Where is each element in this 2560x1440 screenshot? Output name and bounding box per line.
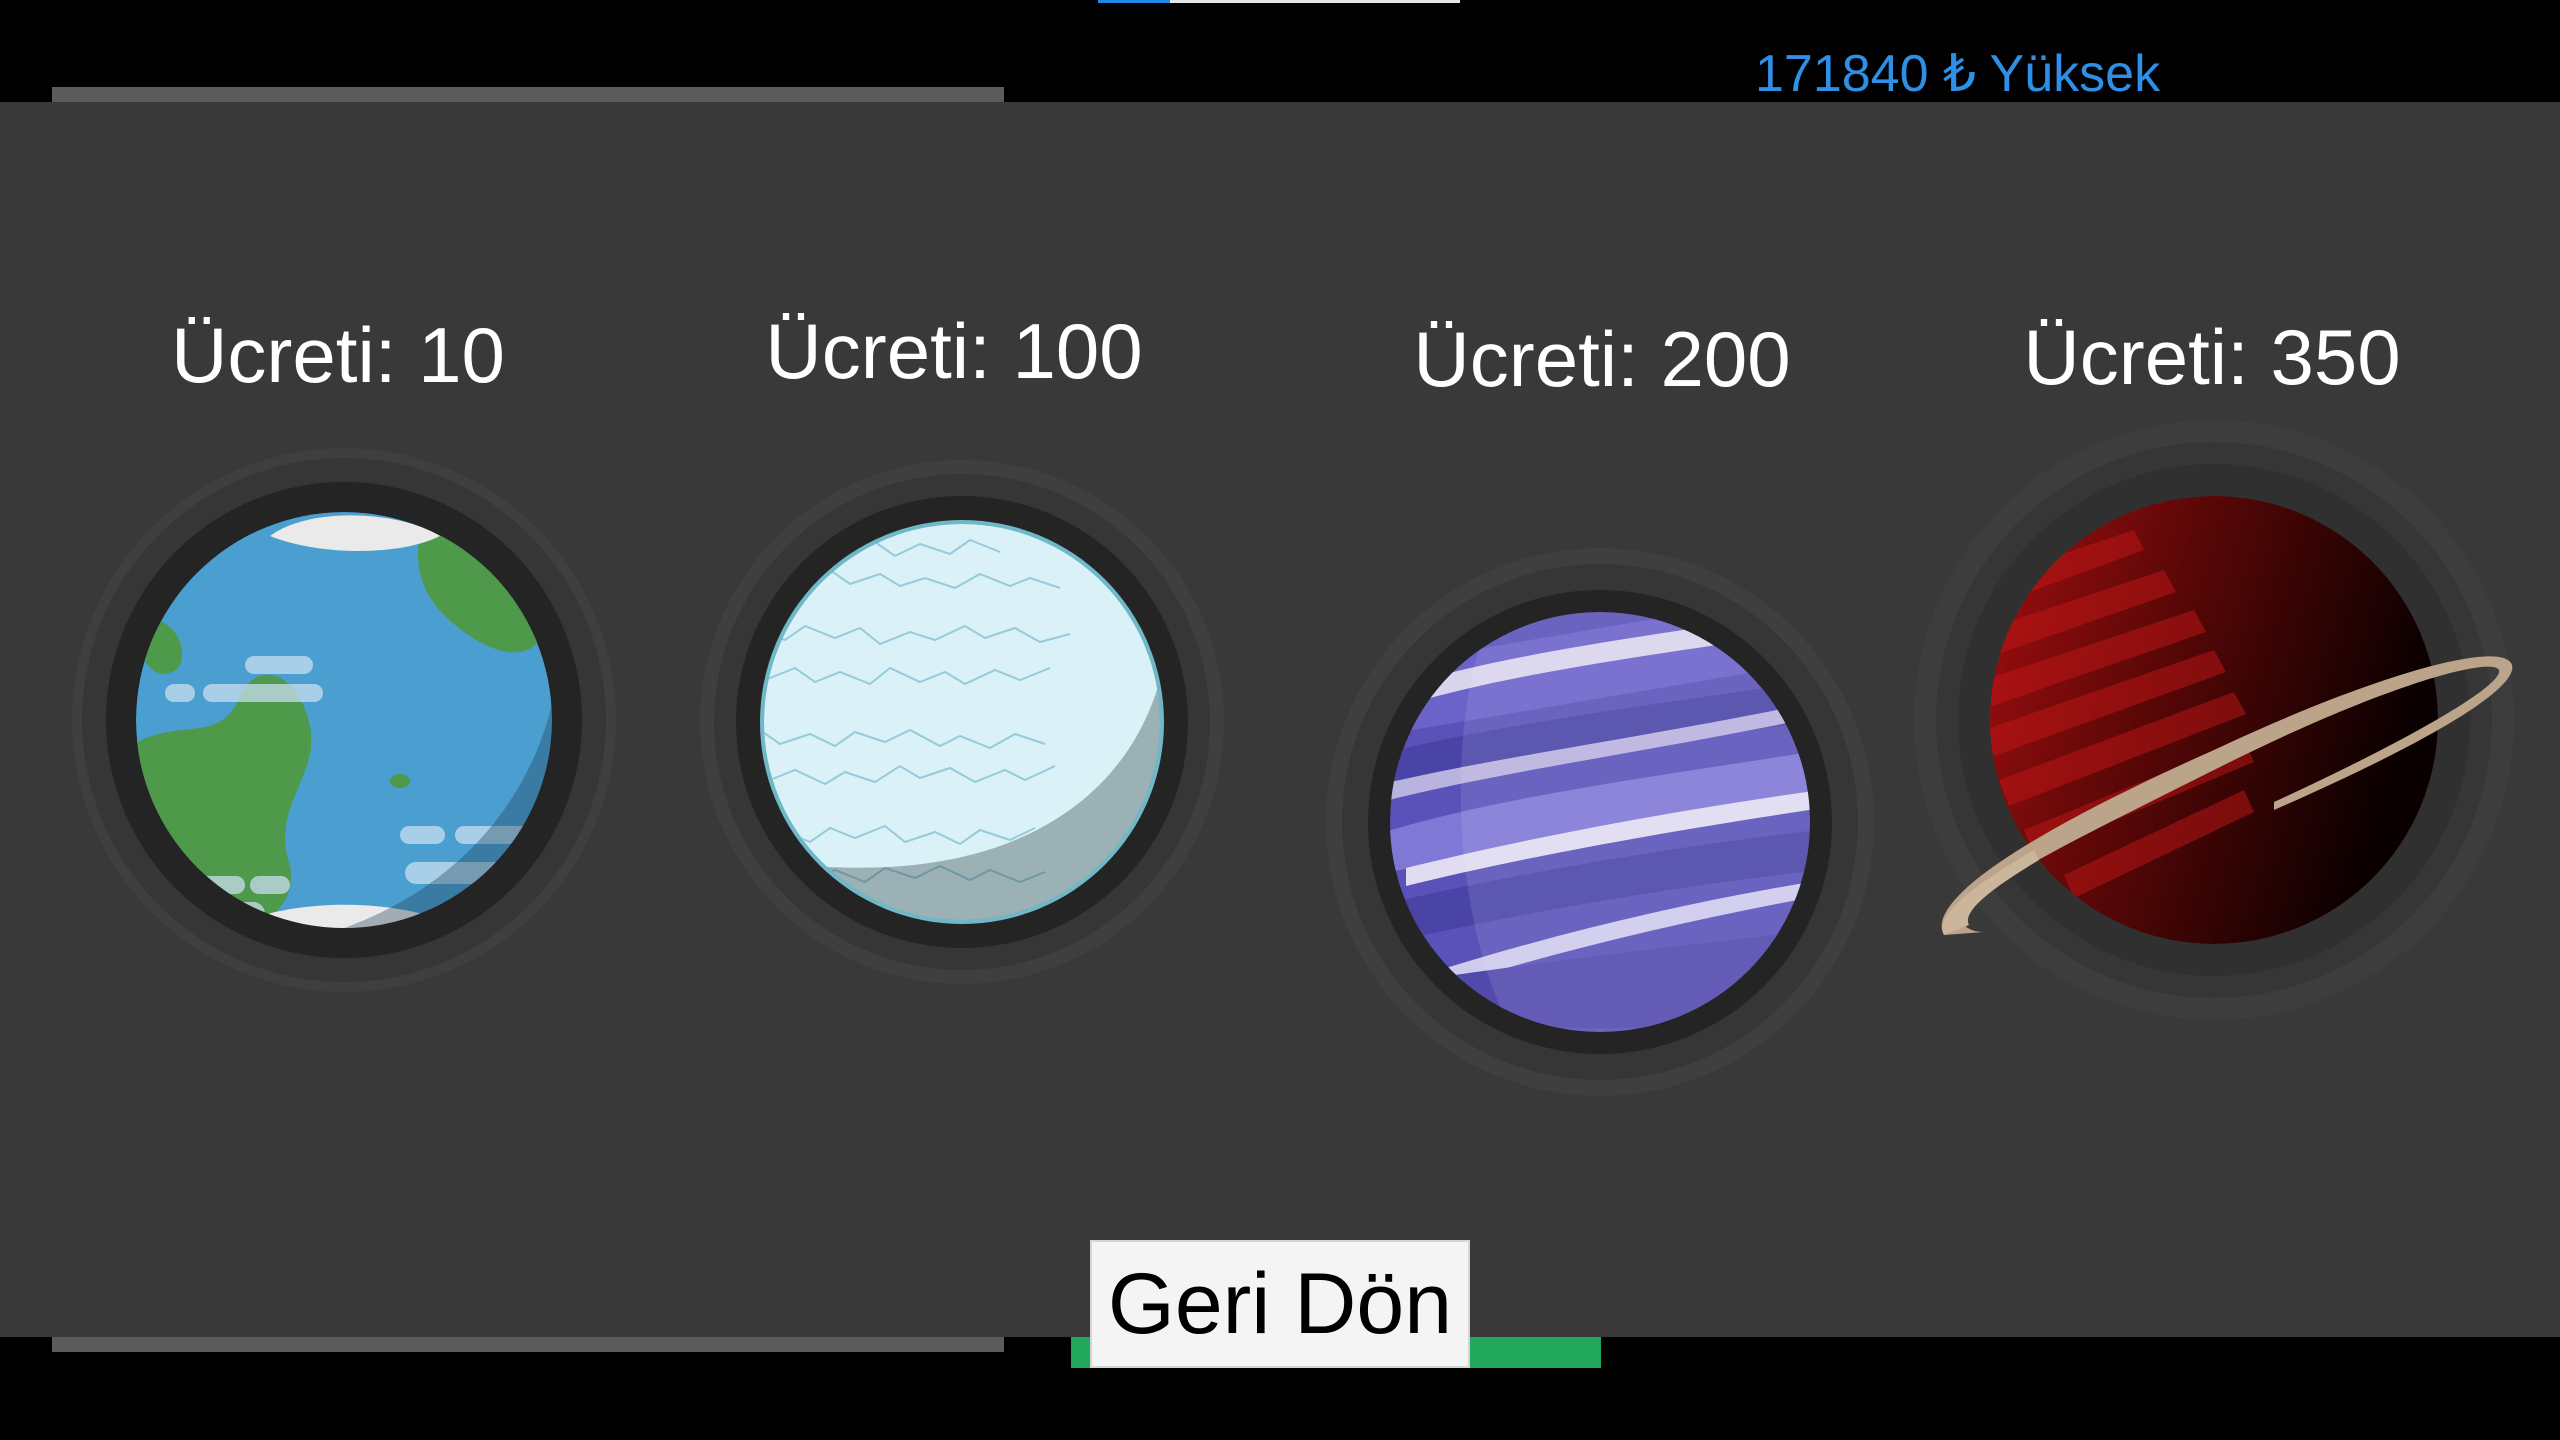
planet-shop-modal: Ücreti: 10 Ücreti: 100 Ücreti: 200 Ücret… bbox=[0, 102, 2560, 1368]
ringed-red-planet-icon bbox=[1914, 420, 2514, 1020]
game-screen: 171840 ₺ Yüksek ▶ Ücreti: 10 bbox=[0, 0, 2560, 1440]
background-bar-bottom bbox=[52, 1336, 1004, 1352]
high-score-text: 171840 ₺ Yüksek bbox=[1755, 45, 2161, 103]
planet-option-ringed[interactable] bbox=[1914, 420, 2514, 1020]
planet-option-earth[interactable] bbox=[70, 446, 618, 994]
planet-price-ringed: Ücreti: 350 bbox=[2023, 313, 2401, 401]
background-bar-top bbox=[52, 87, 1004, 103]
planet-option-ice[interactable] bbox=[700, 460, 1224, 984]
planet-option-gas-giant[interactable] bbox=[1326, 548, 1874, 1096]
planet-price-earth: Ücreti: 10 bbox=[171, 311, 505, 399]
earth-planet-icon bbox=[72, 448, 616, 992]
purple-gas-planet-icon bbox=[1326, 548, 1874, 1096]
planet-price-ice: Ücreti: 100 bbox=[765, 307, 1143, 395]
planet-price-gas-giant: Ücreti: 200 bbox=[1413, 315, 1791, 403]
top-progress-blue bbox=[1098, 0, 1170, 3]
back-button[interactable]: Geri Dön bbox=[1090, 1240, 1470, 1368]
top-progress-white bbox=[1170, 0, 1460, 3]
ice-planet-icon bbox=[700, 460, 1224, 984]
